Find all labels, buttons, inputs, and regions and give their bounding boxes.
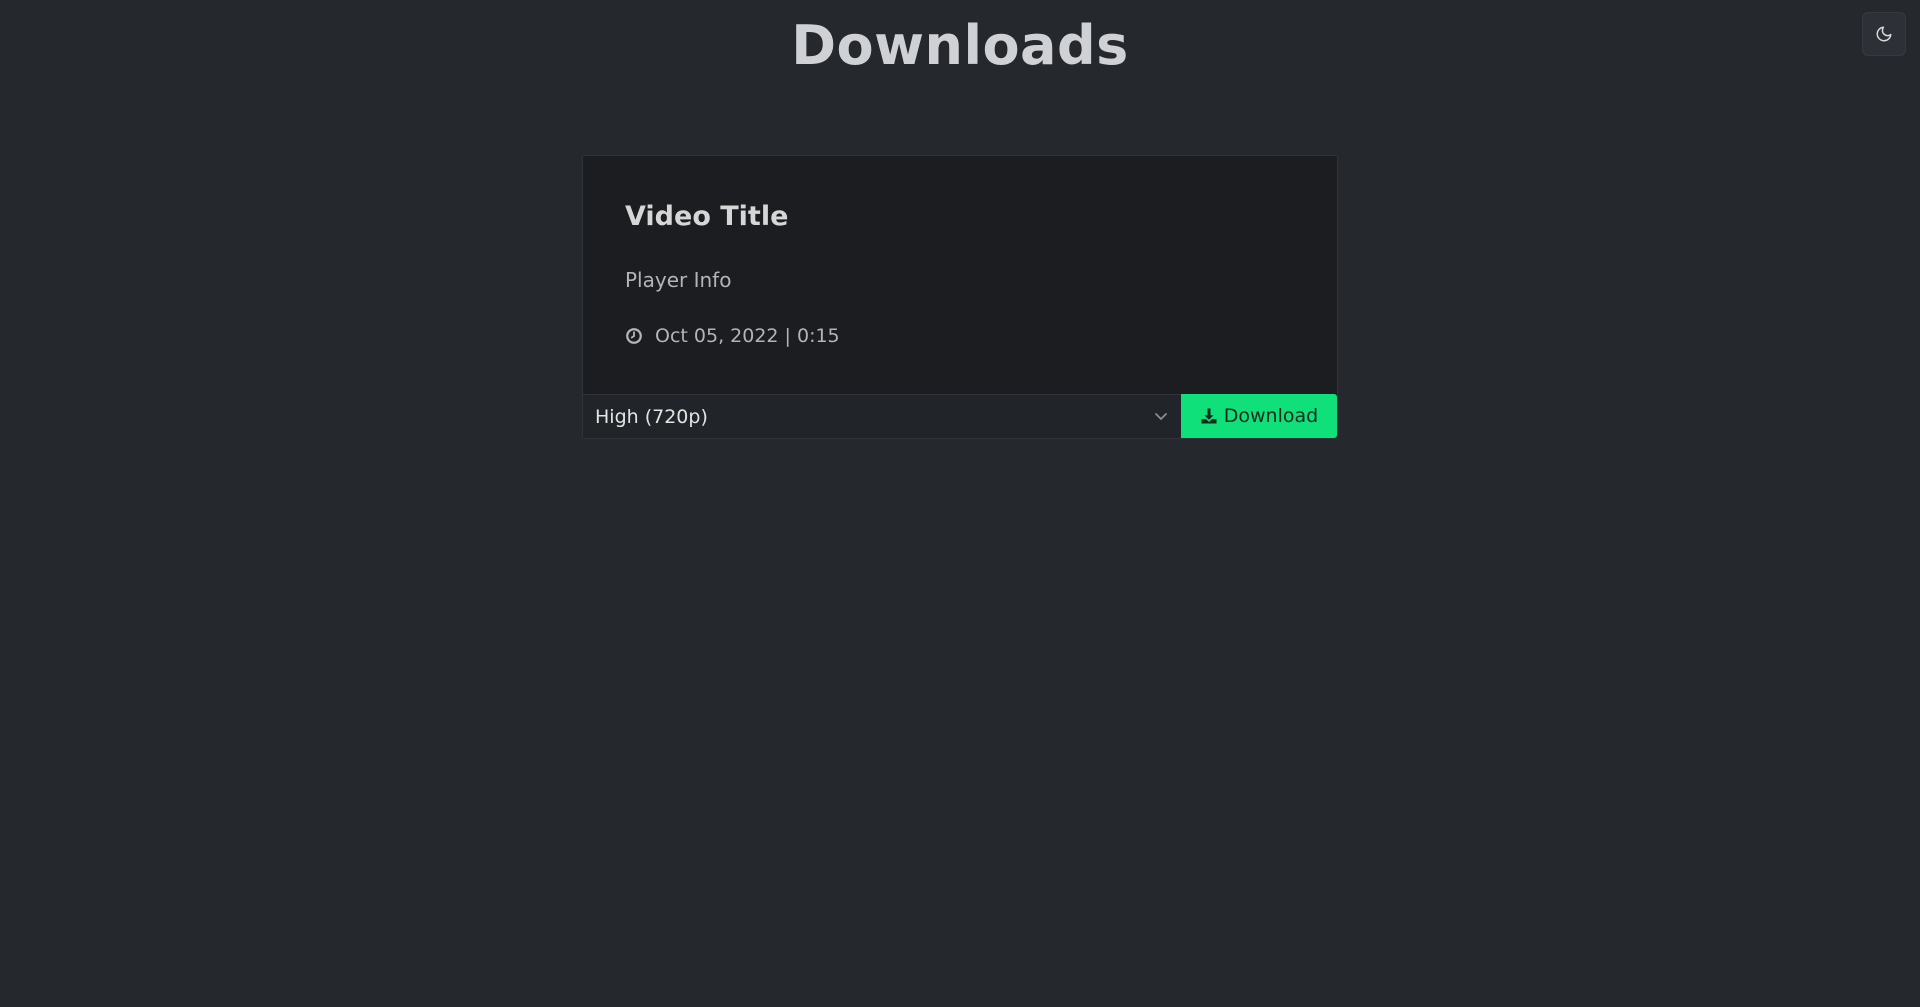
quality-select[interactable]: High (720p) <box>583 394 1181 438</box>
download-button-label: Download <box>1223 405 1319 427</box>
quality-selected-value: High (720p) <box>595 405 708 428</box>
video-title: Video Title <box>625 201 789 232</box>
chevron-down-icon <box>1153 408 1169 424</box>
video-date-duration: Oct 05, 2022 | 0:15 <box>655 325 840 347</box>
download-icon <box>1200 407 1218 425</box>
download-button[interactable]: Download <box>1181 394 1337 438</box>
video-meta: Oct 05, 2022 | 0:15 <box>625 325 840 347</box>
page-title: Downloads <box>791 14 1129 77</box>
video-card: Video Title Player Info Oct 05, 2022 | 0… <box>582 155 1338 439</box>
clock-icon <box>625 327 643 345</box>
player-info: Player Info <box>625 268 732 292</box>
download-controls: High (720p) Download <box>583 394 1337 438</box>
